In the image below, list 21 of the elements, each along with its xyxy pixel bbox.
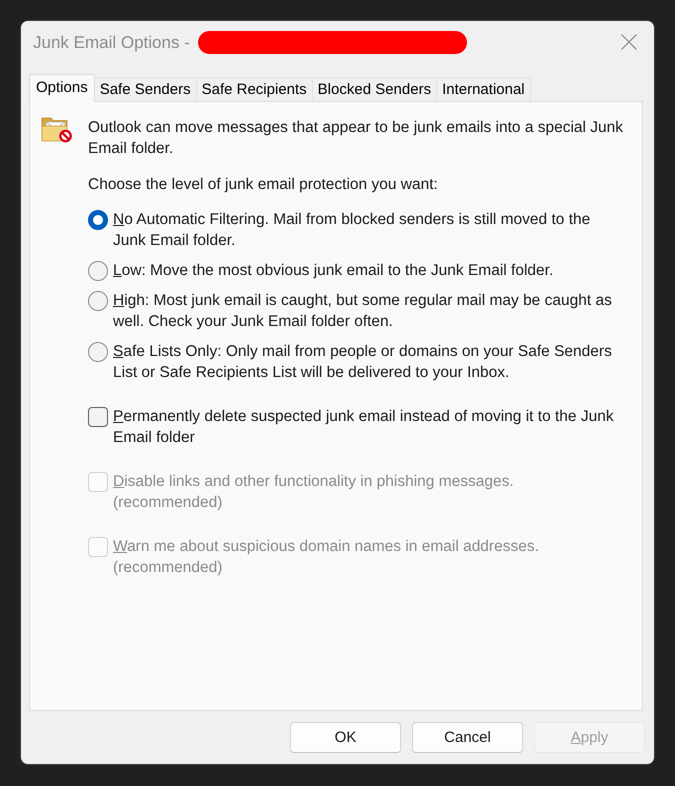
close-icon[interactable] [621, 34, 637, 50]
checkbox-label[interactable]: Permanently delete suspected junk email instead of moving it to the Junk Email folder [113, 406, 618, 448]
radio-label[interactable]: Low: Move the most obvious junk email to the Junk Email folder. [113, 260, 554, 281]
intro-text: Outlook can move messages that appear to be junk emails into a special Junk Email folder. [88, 118, 624, 159]
radio-button[interactable] [88, 210, 108, 230]
radio-button[interactable] [88, 291, 108, 311]
folder-prohibited-icon [41, 115, 73, 143]
radio-label[interactable]: Safe Lists Only: Only mail from people or domains on your Safe Senders List or Safe Recipients List will be delivered to your Inbox. [113, 341, 618, 383]
dialog-button[interactable]: Cancel [412, 722, 523, 753]
dialog-button[interactable]: OK [290, 722, 401, 753]
radio-label[interactable]: High: Most junk email is caught, but some regular mail may be caught as well. Check your Junk Email folder often. [113, 290, 618, 332]
tab[interactable]: Options [29, 74, 95, 102]
checkbox-label: Disable links and other functionality in phishing messages. (recommended) [113, 472, 515, 513]
checkbox-label: Warn me about suspicious domain names in email addresses. (recommended) [113, 537, 540, 578]
prompt-text: Choose the level of junk email protection you want: [88, 175, 439, 195]
radio-button[interactable] [88, 261, 108, 281]
radio-button[interactable] [88, 342, 108, 362]
tab[interactable]: International [436, 77, 531, 101]
window-title: Junk Email Options - [33, 32, 190, 54]
checkbox[interactable] [88, 407, 108, 427]
radio-label[interactable]: No Automatic Filtering. Mail from blocked senders is still moved to the Junk Email folder. [113, 209, 618, 251]
